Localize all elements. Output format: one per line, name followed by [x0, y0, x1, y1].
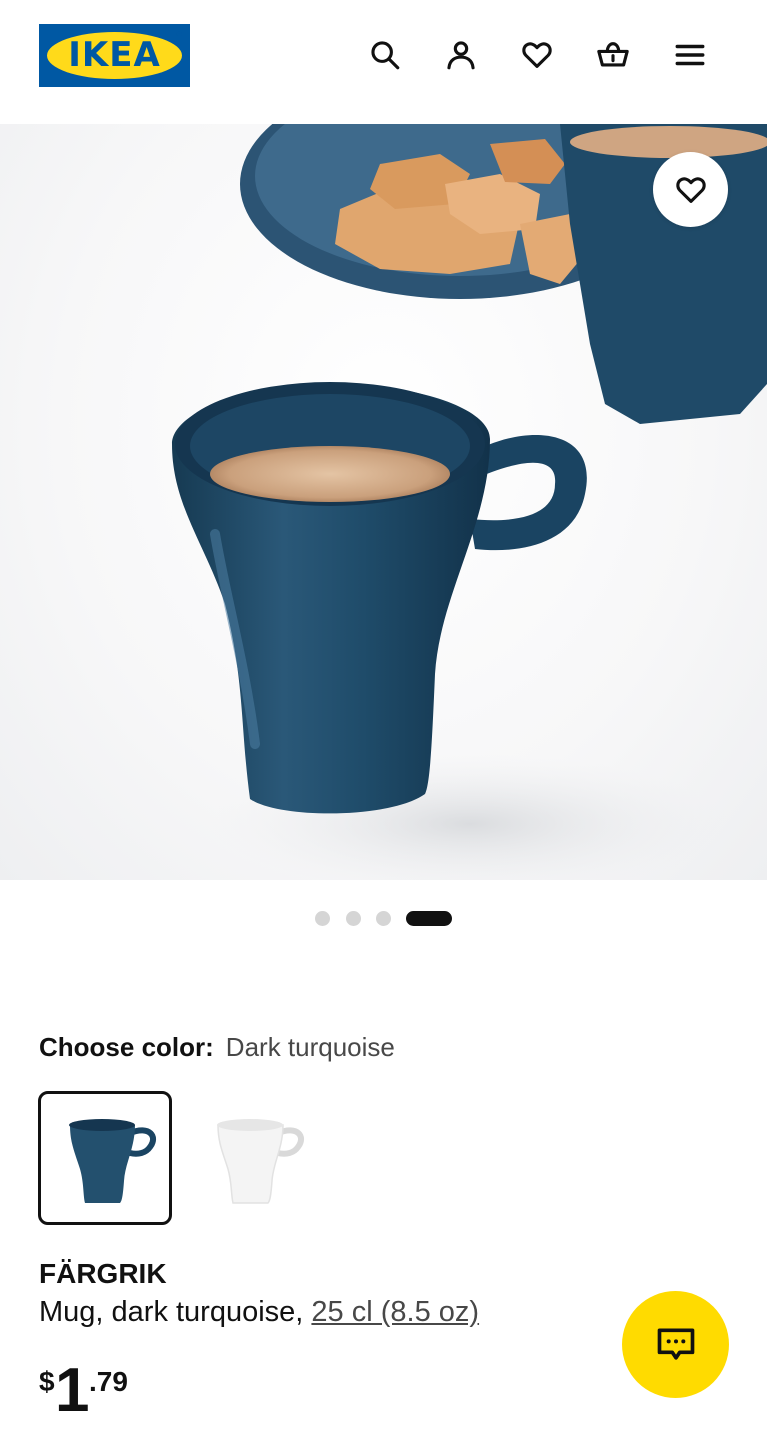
choose-color-label: Choose color: [39, 1032, 214, 1062]
color-chooser-header: Choose color: Dark turquoise [39, 1032, 395, 1063]
logo-text: IKEA [68, 35, 161, 75]
product-description: Mug, dark turquoise, 25 cl (8.5 oz) [39, 1296, 479, 1329]
product-name: FÄRGRIK [39, 1258, 167, 1289]
search-icon[interactable] [364, 34, 406, 76]
carousel-dot-active[interactable] [406, 911, 452, 926]
carousel-indicator [0, 911, 767, 927]
price-integer: 1 [55, 1356, 90, 1425]
color-option-white[interactable] [186, 1091, 320, 1225]
cart-icon[interactable] [592, 34, 634, 76]
mug-photo [172, 124, 767, 880]
account-icon[interactable] [440, 34, 482, 76]
site-header: IKEA ® [0, 0, 767, 124]
description-text: Mug, dark turquoise, [39, 1296, 312, 1328]
carousel-dot[interactable] [346, 911, 361, 926]
ikea-logo[interactable]: IKEA ® [39, 24, 190, 87]
menu-icon[interactable] [669, 34, 711, 76]
carousel-dot[interactable] [376, 911, 391, 926]
selected-color-value: Dark turquoise [225, 1032, 395, 1062]
carousel-dot[interactable] [315, 911, 330, 926]
white-mug-thumbnail [217, 1119, 305, 1204]
product-size-link[interactable]: 25 cl (8.5 oz) [311, 1296, 479, 1328]
registered-mark: ® [176, 30, 182, 39]
chat-icon [657, 1328, 694, 1360]
chat-button[interactable] [622, 1291, 729, 1398]
color-option-dark-turquoise[interactable] [38, 1091, 172, 1225]
dark-turquoise-mug-thumbnail [69, 1119, 157, 1203]
price-currency: $ [39, 1366, 55, 1397]
heart-icon[interactable] [516, 34, 558, 76]
product-image[interactable] [0, 124, 767, 880]
add-to-favorites-button[interactable] [653, 152, 728, 227]
heart-icon [675, 176, 706, 203]
price-decimal: .79 [89, 1366, 128, 1397]
